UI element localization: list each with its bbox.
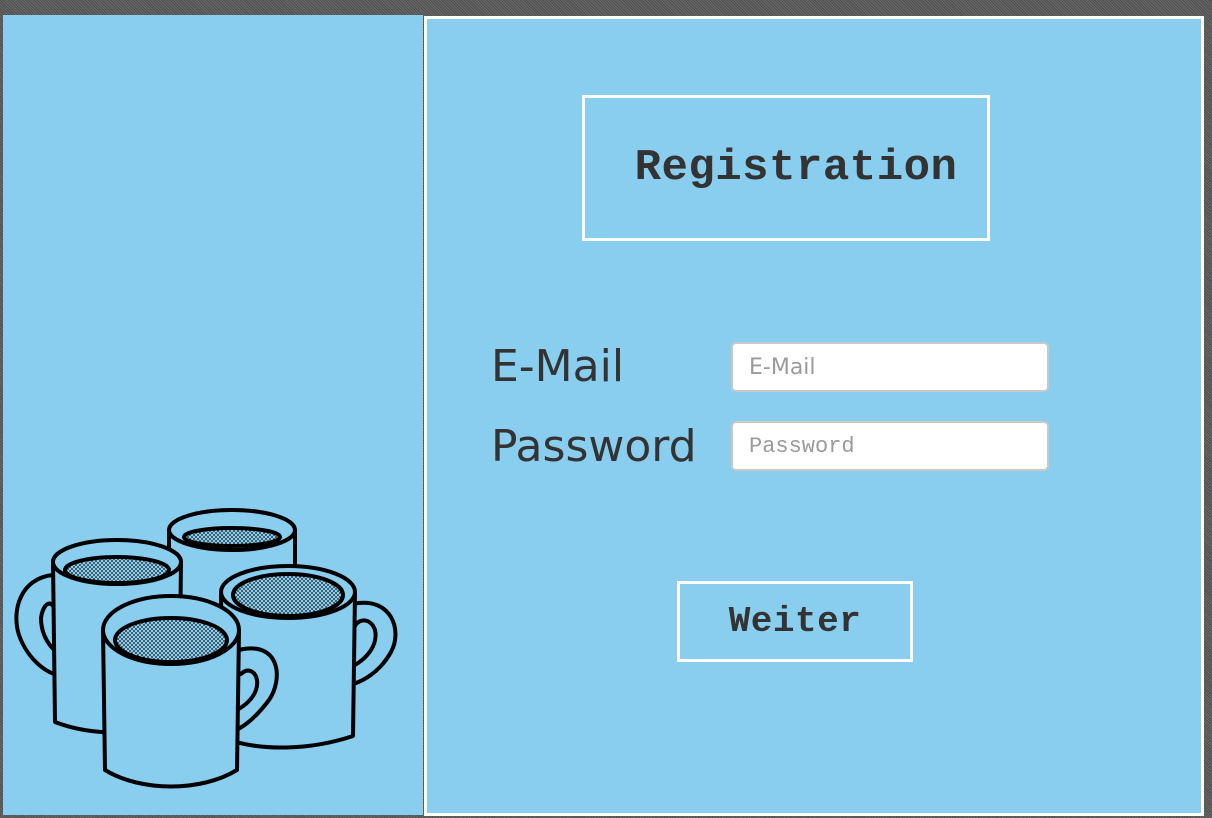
registration-panel: Registration E-Mail Password Weiter bbox=[424, 16, 1204, 816]
weiter-button[interactable]: Weiter bbox=[677, 581, 913, 662]
page-title: Registration bbox=[634, 143, 958, 193]
password-label: Password bbox=[491, 421, 697, 472]
email-field[interactable] bbox=[731, 342, 1049, 392]
title-box: Registration bbox=[582, 95, 990, 241]
coffee-mugs-icon bbox=[14, 508, 398, 789]
password-field[interactable] bbox=[731, 421, 1049, 471]
email-label: E-Mail bbox=[491, 341, 625, 392]
illustration-panel bbox=[3, 15, 423, 815]
